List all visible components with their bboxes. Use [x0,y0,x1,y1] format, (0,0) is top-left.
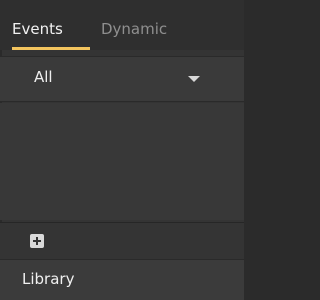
library-label: Library [22,270,75,288]
add-row [0,223,244,259]
chevron-down-icon [188,76,200,82]
event-filter-dropdown[interactable]: All [0,56,244,102]
events-panel: Events Dynamic All Library [0,0,244,300]
tab-dynamic[interactable]: Dynamic [101,18,167,40]
events-list [0,103,244,220]
event-filter-value: All [34,68,53,86]
tab-bar: Events Dynamic [0,0,244,50]
active-tab-indicator [12,47,90,50]
tab-events[interactable]: Events [12,18,63,40]
add-event-button[interactable] [30,234,44,248]
library-section[interactable]: Library [0,259,244,300]
